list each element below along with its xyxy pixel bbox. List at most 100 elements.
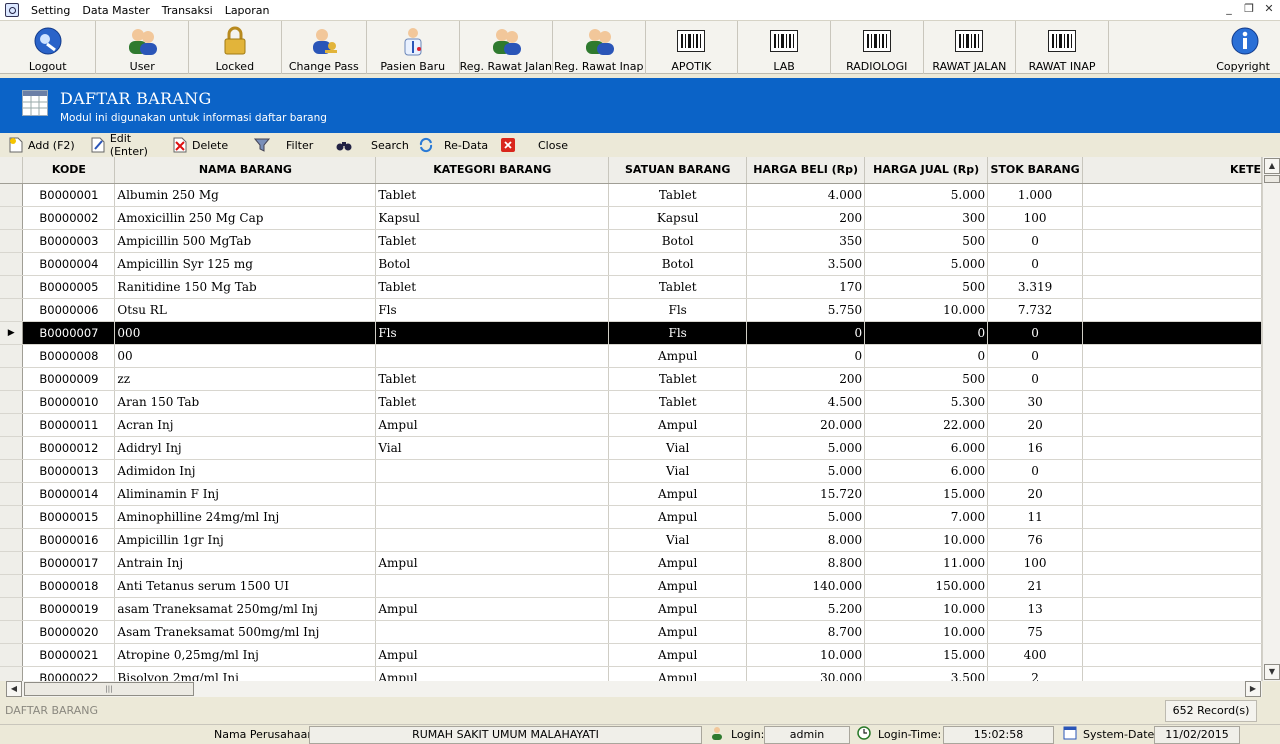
reg-rawat-inap-button[interactable]: Reg. Rawat Inap (553, 21, 646, 74)
table-row[interactable]: B0000021 Atropine 0,25mg/ml Inj Ampul Ampul… (0, 643, 1262, 667)
cell-nama-barang[interactable]: Aran 150 Tab (114, 390, 377, 414)
row-indicator[interactable] (0, 482, 24, 506)
cell-satuan-barang[interactable]: Ampul (608, 620, 748, 644)
cell-harga-jual[interactable]: 500 (864, 275, 989, 299)
table-row[interactable]: B0000015 Aminophilline 24mg/ml Inj Ampul 5.… (0, 505, 1262, 529)
row-indicator[interactable] (0, 275, 24, 299)
cell-stok-barang[interactable]: 75 (987, 620, 1084, 644)
cell-harga-jual[interactable]: 300 (864, 206, 989, 230)
cell-harga-jual[interactable]: 10.000 (864, 298, 989, 322)
row-indicator[interactable] (0, 229, 24, 253)
cell-harga-jual[interactable]: 11.000 (864, 551, 989, 575)
cell-stok-barang[interactable]: 1.000 (987, 183, 1084, 207)
cell-harga-jual[interactable]: 5.000 (864, 252, 989, 276)
cell-satuan-barang[interactable]: Tablet (608, 275, 748, 299)
cell-harga-jual[interactable]: 22.000 (864, 413, 989, 437)
cell-satuan-barang[interactable]: Tablet (608, 390, 748, 414)
cell-kode[interactable]: B0000011 (22, 413, 116, 437)
horizontal-scroll-thumb[interactable]: ||| (24, 682, 194, 696)
cell-stok-barang[interactable]: 2 (987, 666, 1084, 681)
table-row[interactable]: B0000011 Acran Inj Ampul Ampul 20.000 22.000 2… (0, 413, 1262, 437)
radiologi-button[interactable]: RADIOLOGI (831, 21, 924, 74)
cell-harga-beli[interactable]: 8.800 (746, 551, 866, 575)
column-stok-barang[interactable]: STOK BARANG (987, 157, 1084, 184)
cell-keterangan[interactable] (1082, 505, 1262, 529)
cell-kategori-barang[interactable]: Tablet (375, 367, 610, 391)
pasien-baru-button[interactable]: Pasien Baru (367, 21, 460, 74)
cell-harga-beli[interactable]: 350 (746, 229, 866, 253)
cell-satuan-barang[interactable]: Vial (608, 528, 748, 552)
table-row[interactable]: B0000001 Albumin 250 Mg Tablet Tablet 4.000 5… (0, 183, 1262, 207)
cell-kode[interactable]: B0000014 (22, 482, 116, 506)
cell-nama-barang[interactable]: Ampicillin 500 MgTab (114, 229, 377, 253)
cell-kategori-barang[interactable] (375, 528, 610, 552)
menu-transaksi[interactable]: Transaksi (156, 0, 219, 21)
user-button[interactable]: User (96, 21, 190, 74)
cell-keterangan[interactable] (1082, 183, 1262, 207)
cell-stok-barang[interactable]: 400 (987, 643, 1084, 667)
cell-stok-barang[interactable]: 20 (987, 482, 1084, 506)
cell-satuan-barang[interactable]: Vial (608, 436, 748, 460)
cell-satuan-barang[interactable]: Ampul (608, 344, 748, 368)
cell-kategori-barang[interactable] (375, 344, 610, 368)
cell-keterangan[interactable] (1082, 344, 1262, 368)
scroll-left-icon[interactable]: ◀ (6, 681, 22, 697)
scroll-down-icon[interactable]: ▼ (1264, 664, 1280, 680)
table-row[interactable]: B0000016 Ampicillin 1gr Inj Vial 8.000 10.00… (0, 528, 1262, 552)
items-grid[interactable]: KODE NAMA BARANG KATEGORI BARANG SATUAN … (0, 157, 1262, 681)
column-harga-jual[interactable]: HARGA JUAL (Rp) (864, 157, 989, 184)
cell-kategori-barang[interactable]: Vial (375, 436, 610, 460)
cell-kode[interactable]: B0000020 (22, 620, 116, 644)
cell-stok-barang[interactable]: 7.732 (987, 298, 1084, 322)
cell-harga-beli[interactable]: 5.000 (746, 459, 866, 483)
cell-nama-barang[interactable]: Ranitidine 150 Mg Tab (114, 275, 377, 299)
cell-harga-jual[interactable]: 10.000 (864, 528, 989, 552)
minimize-icon[interactable]: _ (1222, 2, 1236, 16)
cell-nama-barang[interactable]: Adimidon Inj (114, 459, 377, 483)
cell-stok-barang[interactable]: 3.319 (987, 275, 1084, 299)
column-keterangan[interactable]: KETE (1082, 157, 1262, 184)
cell-kategori-barang[interactable]: Fls (375, 298, 610, 322)
table-row[interactable]: B0000006 Otsu RL Fls Fls 5.750 10.000 7.732 (0, 298, 1262, 322)
table-row[interactable]: B0000008 00 Ampul 0 0 0 (0, 344, 1262, 368)
cell-kode[interactable]: B0000002 (22, 206, 116, 230)
cell-satuan-barang[interactable]: Tablet (608, 183, 748, 207)
cell-kode[interactable]: B0000003 (22, 229, 116, 253)
cell-harga-beli[interactable]: 5.200 (746, 597, 866, 621)
cell-harga-jual[interactable]: 0 (864, 321, 989, 345)
change-pass-button[interactable]: Change Pass (282, 21, 367, 74)
cell-kategori-barang[interactable]: Tablet (375, 183, 610, 207)
cell-stok-barang[interactable]: 0 (987, 367, 1084, 391)
cell-keterangan[interactable] (1082, 528, 1262, 552)
table-row[interactable]: B0000022 Bisolvon 2mg/ml Inj Ampul Ampul 30.… (0, 666, 1262, 681)
cell-kategori-barang[interactable]: Ampul (375, 643, 610, 667)
cell-nama-barang[interactable]: Albumin 250 Mg (114, 183, 377, 207)
row-indicator[interactable] (0, 413, 24, 437)
cell-harga-beli[interactable]: 4.500 (746, 390, 866, 414)
row-indicator[interactable] (0, 551, 24, 575)
cell-keterangan[interactable] (1082, 367, 1262, 391)
cell-kode[interactable]: B0000005 (22, 275, 116, 299)
cell-nama-barang[interactable]: Atropine 0,25mg/ml Inj (114, 643, 377, 667)
cell-kategori-barang[interactable]: Ampul (375, 413, 610, 437)
cell-satuan-barang[interactable]: Ampul (608, 482, 748, 506)
row-indicator[interactable] (0, 459, 24, 483)
column-harga-beli[interactable]: HARGA BELI (Rp) (746, 157, 866, 184)
row-indicator[interactable]: ▶ (0, 321, 24, 345)
cell-harga-beli[interactable]: 3.500 (746, 252, 866, 276)
rawat-inap-button[interactable]: RAWAT INAP (1016, 21, 1109, 74)
logout-button[interactable]: Logout (0, 21, 97, 74)
cell-satuan-barang[interactable]: Fls (608, 298, 748, 322)
cell-keterangan[interactable] (1082, 620, 1262, 644)
cell-harga-beli[interactable]: 15.720 (746, 482, 866, 506)
apotik-button[interactable]: APOTIK (646, 21, 739, 74)
cell-harga-jual[interactable]: 15.000 (864, 643, 989, 667)
cell-kategori-barang[interactable]: Ampul (375, 597, 610, 621)
cell-keterangan[interactable] (1082, 413, 1262, 437)
row-indicator[interactable] (0, 344, 24, 368)
cell-kode[interactable]: B0000010 (22, 390, 116, 414)
cell-kategori-barang[interactable] (375, 505, 610, 529)
menu-data-master[interactable]: Data Master (76, 0, 155, 21)
row-indicator[interactable] (0, 643, 24, 667)
cell-harga-beli[interactable]: 30.000 (746, 666, 866, 681)
